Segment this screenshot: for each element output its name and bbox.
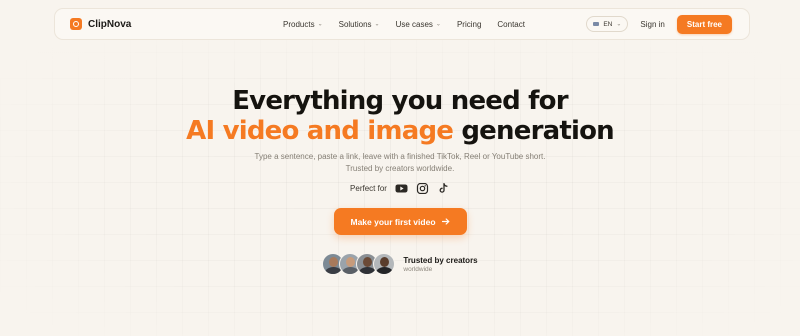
top-navbar: ClipNova Products ⌄ Solutions ⌄ Use case… — [54, 8, 750, 40]
language-code: EN — [603, 20, 613, 28]
nav-item-use-cases[interactable]: Use cases ⌄ — [396, 20, 441, 29]
nav-item-solutions[interactable]: Solutions ⌄ — [339, 20, 380, 29]
chevron-down-icon: ⌄ — [435, 21, 441, 27]
instagram-icon — [416, 182, 429, 195]
trust-subtitle: worldwide — [403, 265, 433, 273]
chevron-down-icon: ⌄ — [374, 21, 380, 27]
nav-item-label: Use cases — [395, 19, 433, 29]
start-free-button[interactable]: Start free — [676, 14, 732, 34]
avatar — [373, 253, 396, 275]
nav-actions: EN ⌄ Sign in Start free — [586, 14, 732, 34]
tiktok-icon — [437, 183, 450, 194]
logo-icon — [70, 18, 82, 30]
youtube-icon — [395, 183, 408, 194]
brand-name: ClipNova — [88, 18, 132, 30]
hero-subtitle: Type a sentence, paste a link, leave wit… — [254, 152, 546, 173]
nav-item-label: Pricing — [456, 19, 482, 29]
main-menu: Products ⌄ Solutions ⌄ Use cases ⌄ Prici… — [283, 9, 525, 39]
sign-in-link[interactable]: Sign in — [640, 20, 664, 29]
social-proof: Trusted by creators worldwide — [0, 253, 800, 275]
nav-item-label: Contact — [497, 19, 525, 29]
brand-logo[interactable]: ClipNova — [70, 18, 131, 30]
nav-item-contact[interactable]: Contact — [497, 20, 525, 29]
hero-title-line1: Everything you need for — [232, 86, 568, 116]
hero-title-accent: AI video and image — [186, 116, 454, 146]
hero-section: Everything you need for AI video and ima… — [0, 86, 800, 275]
chevron-down-icon: ⌄ — [616, 21, 622, 27]
nav-item-label: Solutions — [338, 19, 372, 29]
hero-title: Everything you need for AI video and ima… — [0, 86, 800, 146]
nav-item-products[interactable]: Products ⌄ — [283, 20, 323, 29]
trust-text: Trusted by creators worldwide — [403, 256, 477, 273]
trust-title: Trusted by creators — [403, 255, 478, 265]
cta-label: Make your first video — [350, 216, 436, 227]
avatar-group — [322, 253, 396, 275]
chevron-down-icon: ⌄ — [317, 21, 323, 27]
nav-item-pricing[interactable]: Pricing — [457, 20, 481, 29]
platforms-row: Perfect for — [0, 182, 800, 195]
perfect-for-label: Perfect for — [350, 184, 387, 193]
make-first-video-button[interactable]: Make your first video — [333, 208, 467, 235]
arrow-right-icon — [441, 217, 450, 227]
nav-item-label: Products — [283, 19, 315, 29]
language-selector[interactable]: EN ⌄ — [586, 16, 629, 32]
hero-title-rest: generation — [461, 116, 614, 146]
flag-icon — [593, 22, 600, 26]
